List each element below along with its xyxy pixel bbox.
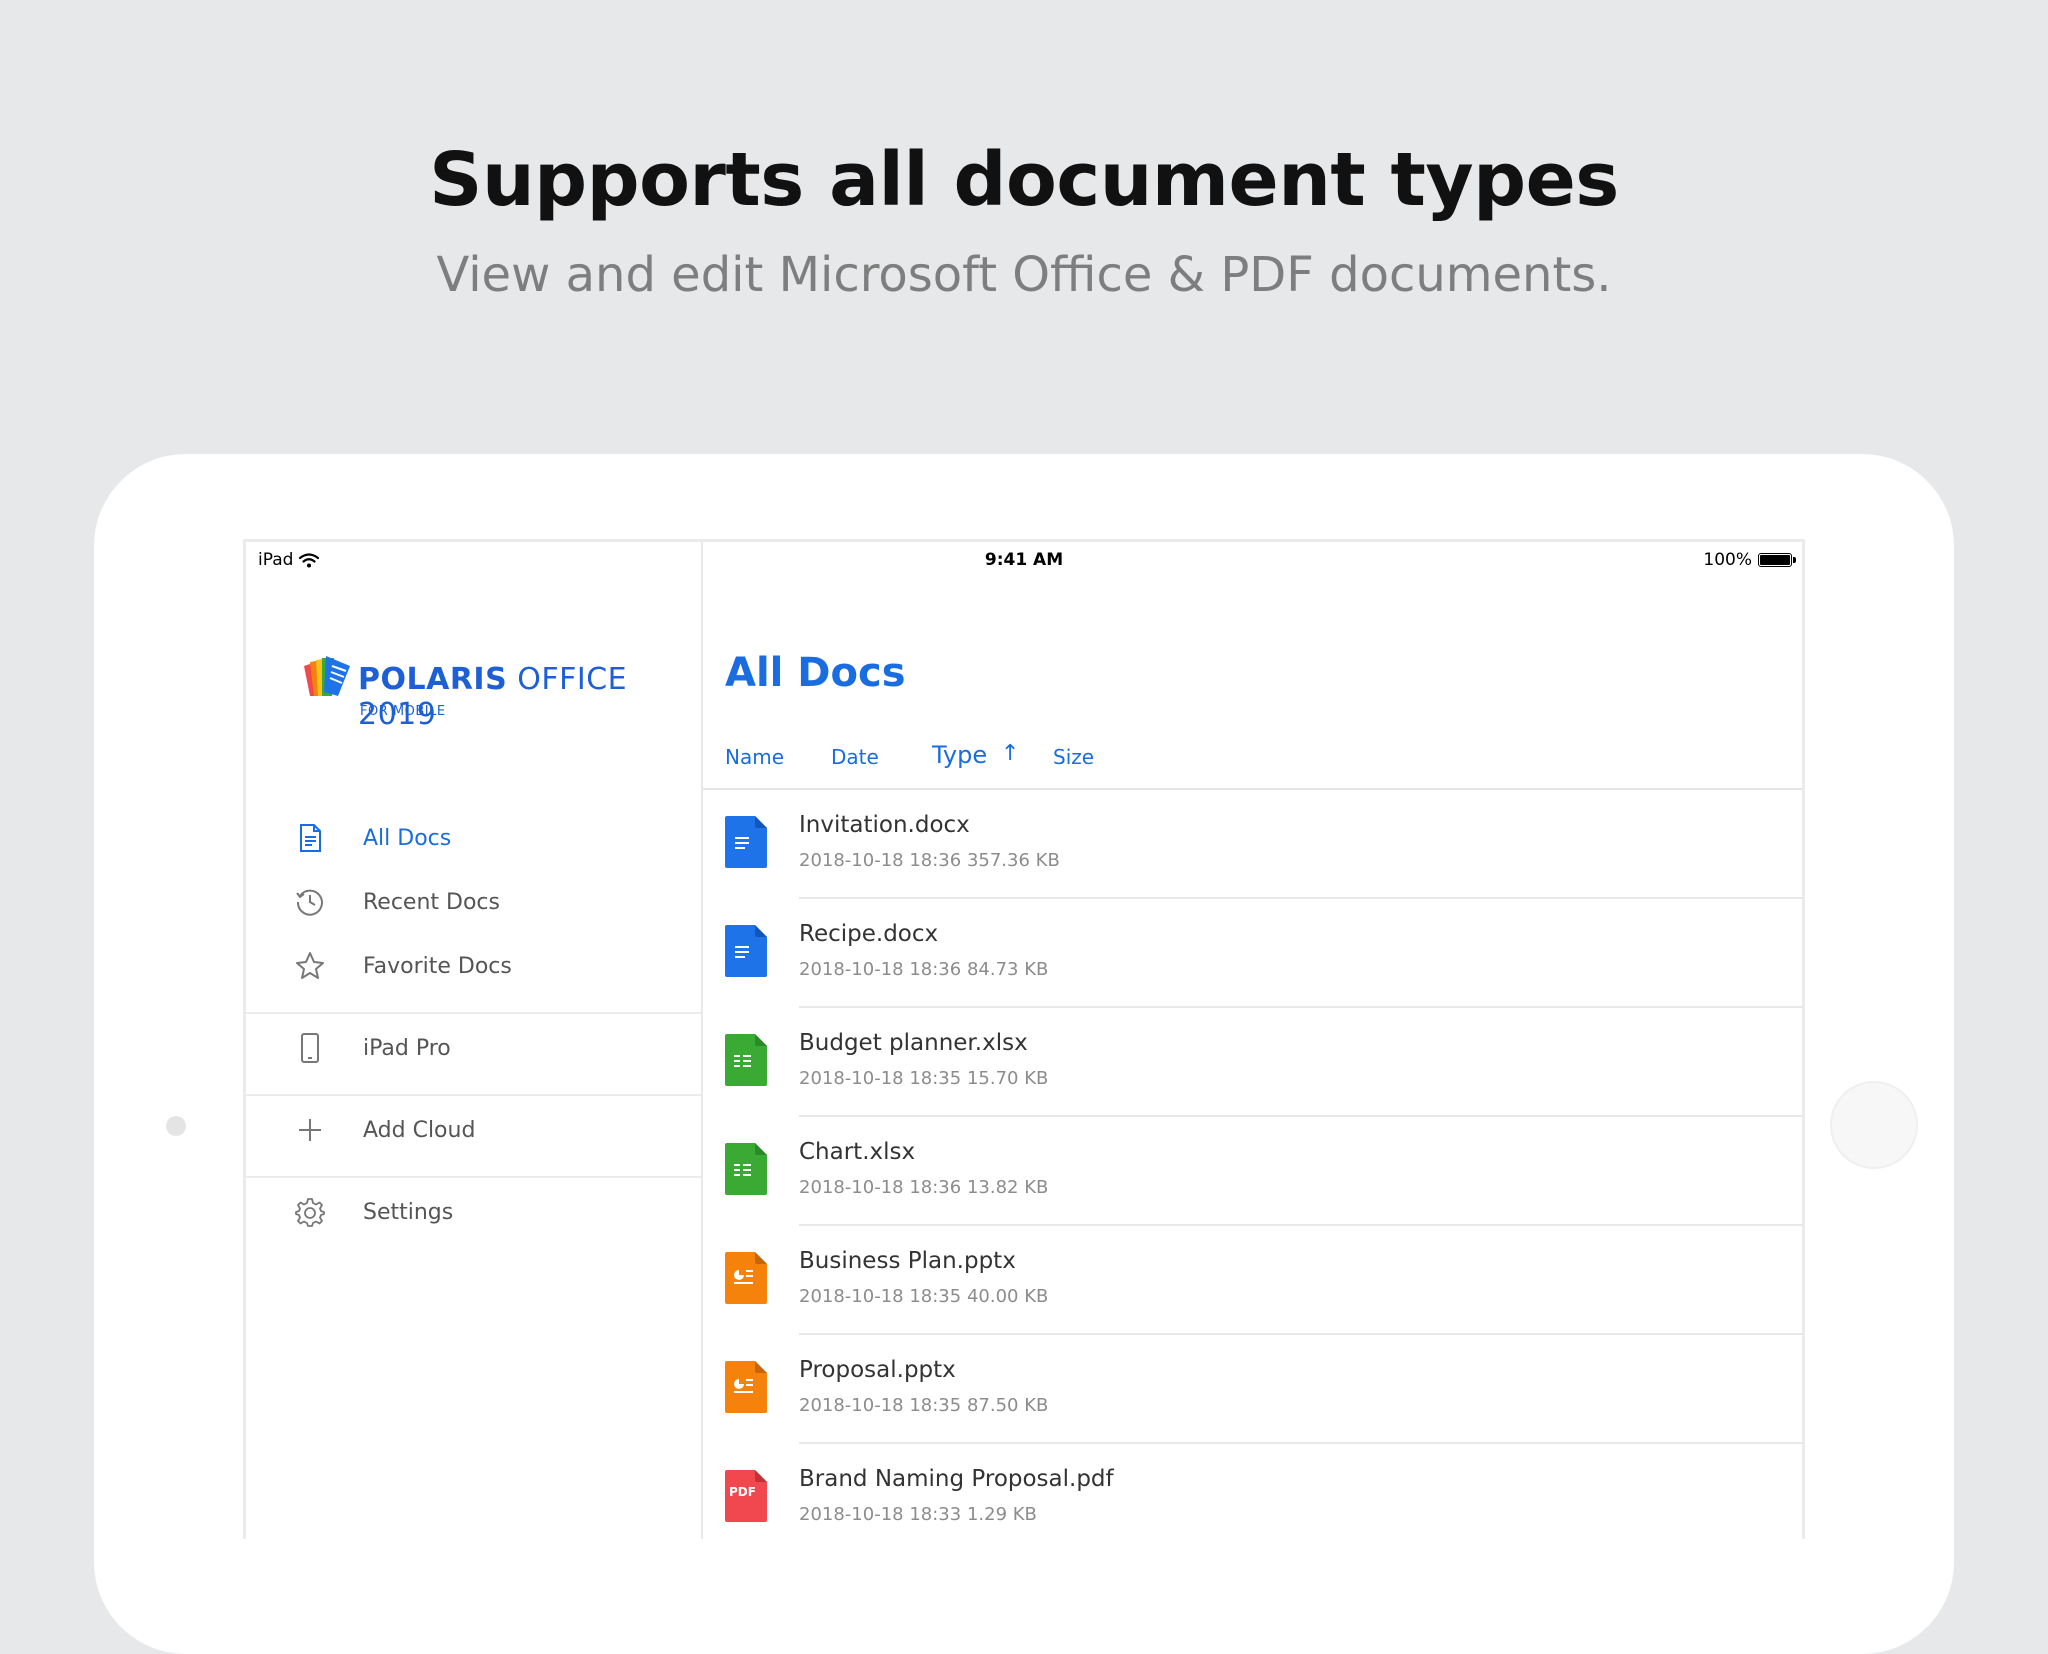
file-meta: 2018-10-18 18:36 357.36 KB — [799, 850, 1060, 871]
sidebar-item-settings[interactable]: Settings — [246, 1180, 701, 1244]
file-row-proposal[interactable]: Proposal.pptx 2018-10-18 18:35 87.50 KB — [703, 1335, 1802, 1444]
file-meta: 2018-10-18 18:36 13.82 KB — [799, 1177, 1049, 1198]
polaris-logo-icon — [304, 656, 350, 696]
history-icon — [296, 889, 323, 916]
sidebar-item-label: Favorite Docs — [363, 953, 512, 979]
sidebar-item-favorite-docs[interactable]: Favorite Docs — [246, 934, 701, 998]
sidebar: POLARIS OFFICE 2019 FOR MOBILE All Docs … — [246, 542, 703, 1539]
file-row-chart[interactable]: Chart.xlsx 2018-10-18 18:36 13.82 KB — [703, 1117, 1802, 1226]
sort-date-button[interactable]: Date — [831, 745, 879, 769]
doc-list-panel: All Docs Name Date Type ↑ Size Invitatio… — [703, 542, 1802, 1539]
sidebar-item-label: iPad Pro — [363, 1035, 451, 1061]
file-meta: 2018-10-18 18:35 87.50 KB — [799, 1395, 1049, 1416]
file-name: Budget planner.xlsx — [799, 1030, 1028, 1056]
sort-ascending-icon: ↑ — [1001, 741, 1020, 766]
pdf-file-icon: PDF — [725, 1470, 767, 1522]
file-name: Chart.xlsx — [799, 1139, 916, 1165]
page-title: All Docs — [725, 650, 906, 696]
ipad-home-button[interactable] — [1830, 1081, 1918, 1169]
app-logo: POLARIS OFFICE 2019 FOR MOBILE — [298, 652, 698, 732]
docx-file-icon — [725, 925, 767, 977]
app-screen: iPad 9:41 AM 100% POLARIS OFFICE 2019 FO… — [243, 539, 1805, 1539]
sidebar-divider — [246, 1176, 701, 1178]
ipad-camera — [166, 1116, 186, 1136]
file-name: Invitation.docx — [799, 812, 970, 838]
pdf-icon-label: PDF — [729, 1485, 756, 1499]
sidebar-item-recent-docs[interactable]: Recent Docs — [246, 870, 701, 934]
sidebar-divider — [246, 1094, 701, 1096]
sort-name-button[interactable]: Name — [725, 745, 784, 769]
file-meta: 2018-10-18 18:33 1.29 KB — [799, 1504, 1037, 1525]
gear-icon — [295, 1198, 325, 1227]
sidebar-item-label: All Docs — [363, 825, 452, 851]
xlsx-file-icon — [725, 1034, 767, 1086]
sidebar-item-label: Settings — [363, 1199, 454, 1225]
tablet-icon — [301, 1033, 319, 1063]
sidebar-item-ipad-pro[interactable]: iPad Pro — [246, 1016, 701, 1080]
file-row-business-plan[interactable]: Business Plan.pptx 2018-10-18 18:35 40.0… — [703, 1226, 1802, 1335]
file-meta: 2018-10-18 18:36 84.73 KB — [799, 959, 1049, 980]
file-row-invitation[interactable]: Invitation.docx 2018-10-18 18:36 357.36 … — [703, 790, 1802, 899]
logo-subtitle: FOR MOBILE — [360, 704, 446, 719]
file-name: Brand Naming Proposal.pdf — [799, 1466, 1114, 1492]
file-name: Business Plan.pptx — [799, 1248, 1016, 1274]
document-icon — [300, 824, 321, 852]
file-meta: 2018-10-18 18:35 15.70 KB — [799, 1068, 1049, 1089]
file-row-recipe[interactable]: Recipe.docx 2018-10-18 18:36 84.73 KB — [703, 899, 1802, 1008]
sidebar-item-label: Recent Docs — [363, 889, 500, 915]
logo-title: POLARIS OFFICE 2019 — [358, 662, 628, 732]
pptx-file-icon — [725, 1252, 767, 1304]
file-row-budget-planner[interactable]: Budget planner.xlsx 2018-10-18 18:35 15.… — [703, 1008, 1802, 1117]
sort-size-button[interactable]: Size — [1053, 745, 1094, 769]
promo-subline: View and edit Microsoft Office & PDF doc… — [436, 247, 1612, 303]
xlsx-file-icon — [725, 1143, 767, 1195]
sidebar-item-add-cloud[interactable]: Add Cloud — [246, 1098, 701, 1162]
plus-icon — [299, 1119, 321, 1141]
file-name: Proposal.pptx — [799, 1357, 956, 1383]
file-row-brand-naming-proposal[interactable]: PDF Brand Naming Proposal.pdf 2018-10-18… — [703, 1444, 1802, 1539]
file-name: Recipe.docx — [799, 921, 939, 947]
sort-type-button[interactable]: Type — [932, 741, 987, 769]
sidebar-item-label: Add Cloud — [363, 1117, 476, 1143]
sidebar-item-all-docs[interactable]: All Docs — [246, 806, 701, 870]
sidebar-divider — [246, 1012, 701, 1014]
star-icon — [296, 952, 324, 979]
pptx-file-icon — [725, 1361, 767, 1413]
file-meta: 2018-10-18 18:35 40.00 KB — [799, 1286, 1049, 1307]
promo-headline: Supports all document types — [429, 137, 1619, 223]
docx-file-icon — [725, 816, 767, 868]
